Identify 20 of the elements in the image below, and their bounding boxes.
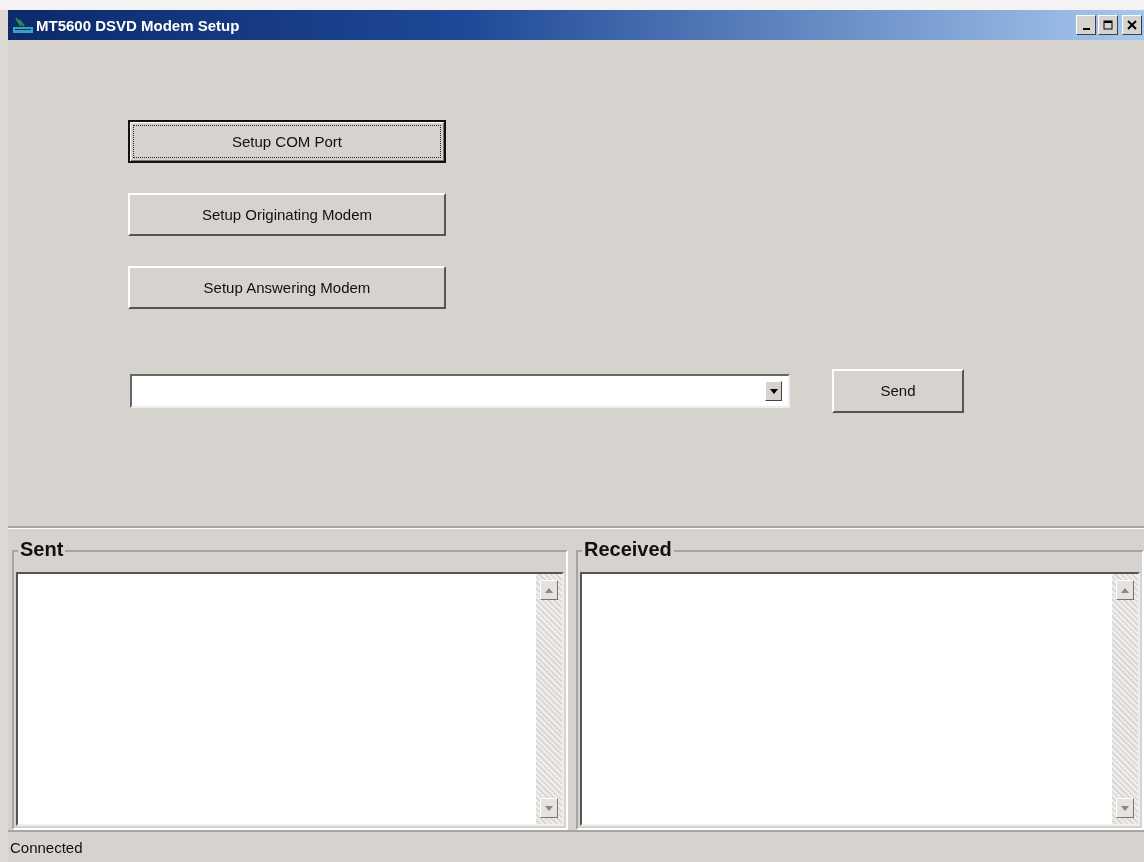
setup-button[interactable]: Setup COM Port bbox=[128, 120, 446, 163]
vertical-scrollbar[interactable] bbox=[1112, 574, 1138, 824]
scroll-down-icon[interactable] bbox=[1116, 798, 1134, 818]
maximize-icon bbox=[1103, 20, 1113, 30]
window-title: MT5600 DSVD Modem Setup bbox=[36, 16, 241, 34]
setup-button[interactable]: Setup Answering Modem bbox=[128, 266, 446, 309]
maximize-button[interactable] bbox=[1098, 15, 1118, 35]
modem-icon bbox=[12, 16, 34, 34]
scroll-up-icon[interactable] bbox=[540, 580, 558, 600]
scroll-up-icon[interactable] bbox=[1116, 580, 1134, 600]
status-text: Connected bbox=[10, 838, 83, 856]
setup-button[interactable]: Setup Originating Modem bbox=[128, 193, 446, 236]
scroll-down-icon[interactable] bbox=[540, 798, 558, 818]
minimize-icon bbox=[1082, 27, 1090, 30]
close-button[interactable] bbox=[1122, 15, 1142, 35]
minimize-button[interactable] bbox=[1076, 15, 1096, 35]
command-combo-box[interactable] bbox=[130, 374, 790, 408]
vertical-scrollbar[interactable] bbox=[536, 574, 562, 824]
close-icon bbox=[1127, 20, 1137, 30]
send-button[interactable]: Send bbox=[832, 369, 964, 413]
